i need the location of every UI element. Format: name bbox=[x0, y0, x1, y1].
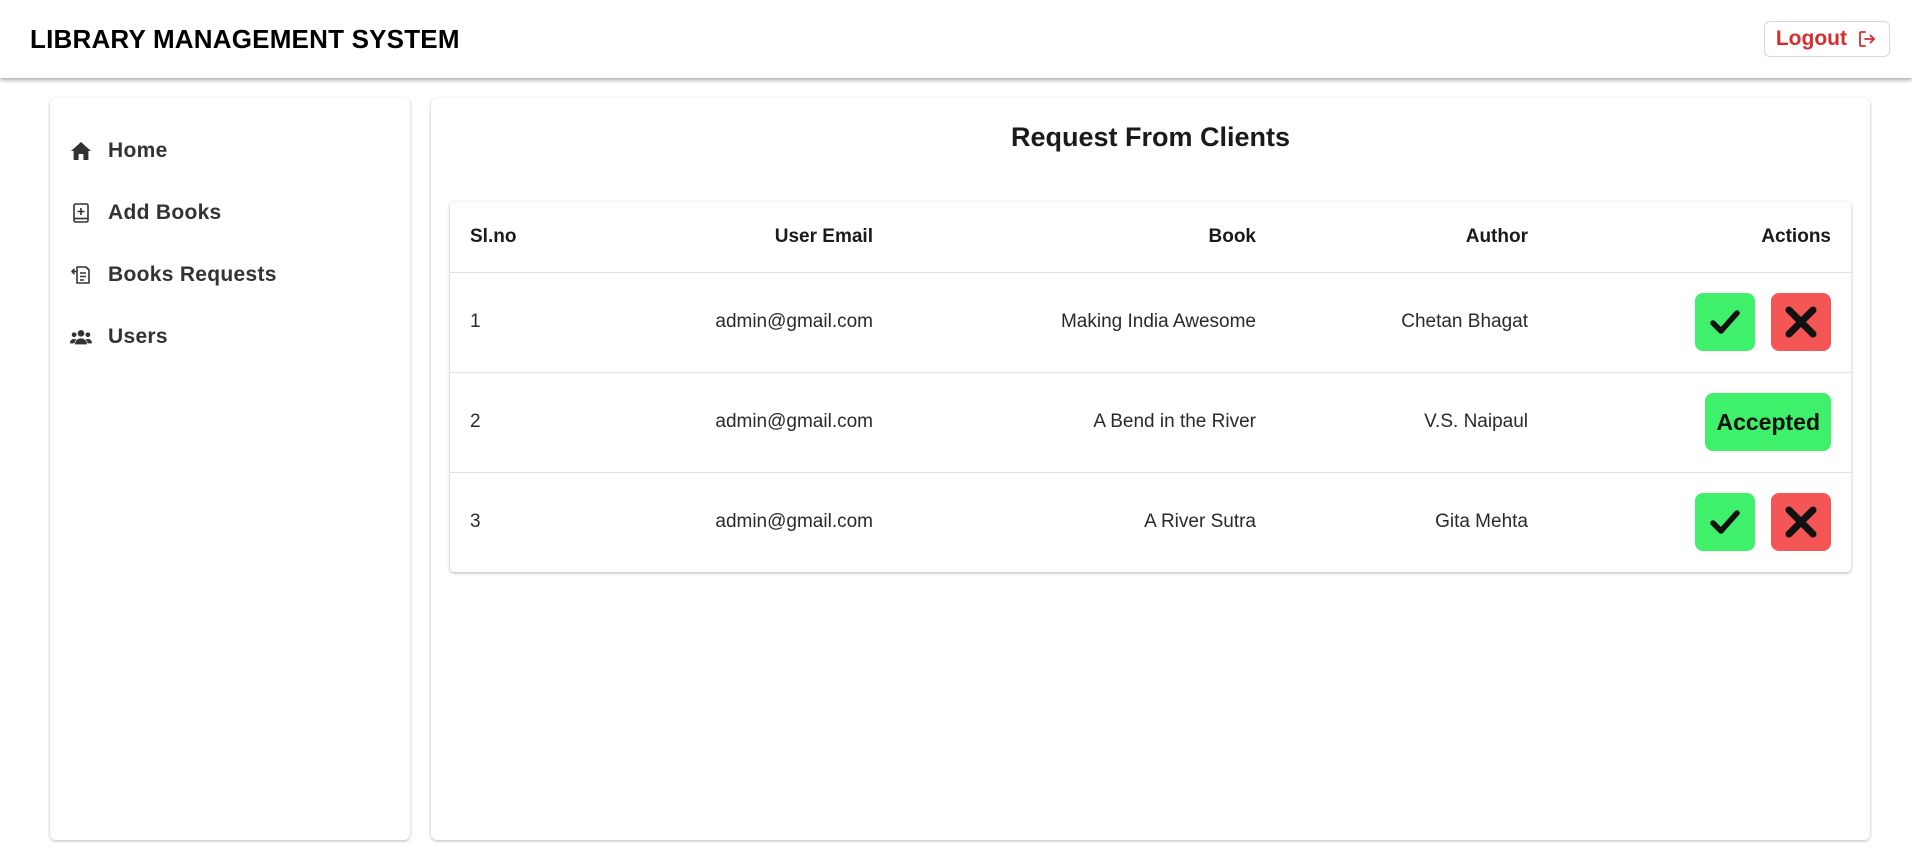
table-row: 1 admin@gmail.com Making India Awesome C… bbox=[450, 272, 1851, 372]
status-badge: Accepted bbox=[1705, 393, 1831, 451]
main-panel: Request From Clients Sl.no User Email Bo… bbox=[431, 98, 1870, 840]
cell-user-email: admin@gmail.com bbox=[715, 411, 873, 432]
column-header-user-email: User Email bbox=[774, 225, 873, 247]
cell-sl-no: 1 bbox=[470, 311, 481, 332]
book-request-icon bbox=[70, 264, 92, 286]
sidebar-item-label: Home bbox=[108, 139, 168, 162]
sidebar-item-add-books[interactable]: Add Books bbox=[50, 182, 410, 244]
cell-actions bbox=[1548, 472, 1851, 572]
cell-user-email: admin@gmail.com bbox=[715, 311, 873, 332]
sidebar-item-home[interactable]: Home bbox=[50, 120, 410, 182]
cell-book: A River Sutra bbox=[1144, 511, 1256, 533]
sidebar-item-label: Add Books bbox=[108, 201, 222, 224]
column-header-book: Book bbox=[1208, 225, 1257, 247]
sidebar-item-label: Users bbox=[108, 325, 168, 348]
app-title: LIBRARY MANAGEMENT SYSTEM bbox=[30, 23, 460, 54]
requests-table: Sl.no User Email Book Author Actions 1 a… bbox=[450, 202, 1851, 572]
sidebar-item-label: Books Requests bbox=[108, 263, 277, 286]
table-row: 2 admin@gmail.com A Bend in the River V.… bbox=[450, 372, 1851, 472]
close-icon bbox=[1785, 506, 1817, 538]
cell-sl-no: 3 bbox=[470, 511, 481, 533]
app-bar: LIBRARY MANAGEMENT SYSTEM Logout bbox=[0, 0, 1912, 78]
cell-actions: Accepted bbox=[1548, 372, 1851, 472]
users-icon bbox=[70, 326, 92, 348]
cell-author: V.S. Naipaul bbox=[1424, 411, 1528, 432]
accept-button[interactable] bbox=[1695, 293, 1755, 351]
accept-button[interactable] bbox=[1695, 493, 1755, 552]
page-title: Request From Clients bbox=[1010, 122, 1291, 152]
column-header-sl-no: Sl.no bbox=[470, 225, 517, 247]
sidebar-item-books-requests[interactable]: Books Requests bbox=[50, 244, 410, 306]
check-icon bbox=[1710, 510, 1740, 534]
home-icon bbox=[70, 140, 92, 162]
cell-sl-no: 2 bbox=[470, 411, 481, 432]
logout-button[interactable]: Logout bbox=[1763, 21, 1890, 57]
column-header-actions: Actions bbox=[1761, 225, 1831, 247]
cell-book: A Bend in the River bbox=[1093, 411, 1256, 432]
sidebar-item-users[interactable]: Users bbox=[50, 306, 410, 368]
sidebar: Home Add Books Books Requests Users bbox=[50, 98, 410, 840]
column-header-author: Author bbox=[1465, 225, 1528, 247]
cell-user-email: admin@gmail.com bbox=[715, 511, 873, 533]
check-icon bbox=[1710, 310, 1740, 334]
cell-author: Chetan Bhagat bbox=[1401, 311, 1528, 332]
logout-icon bbox=[1857, 29, 1877, 49]
close-icon bbox=[1785, 306, 1817, 338]
cell-author: Gita Mehta bbox=[1435, 511, 1528, 533]
table-row: 3 admin@gmail.com A River Sutra Gita Meh… bbox=[450, 472, 1851, 572]
logout-label: Logout bbox=[1775, 27, 1847, 50]
cell-book: Making India Awesome bbox=[1060, 311, 1256, 332]
table-header-row: Sl.no User Email Book Author Actions bbox=[450, 202, 1851, 272]
add-book-icon bbox=[70, 202, 92, 224]
cell-actions bbox=[1548, 272, 1851, 372]
reject-button[interactable] bbox=[1771, 293, 1831, 351]
reject-button[interactable] bbox=[1771, 493, 1831, 552]
requests-table-container: Sl.no User Email Book Author Actions 1 a… bbox=[450, 202, 1851, 572]
